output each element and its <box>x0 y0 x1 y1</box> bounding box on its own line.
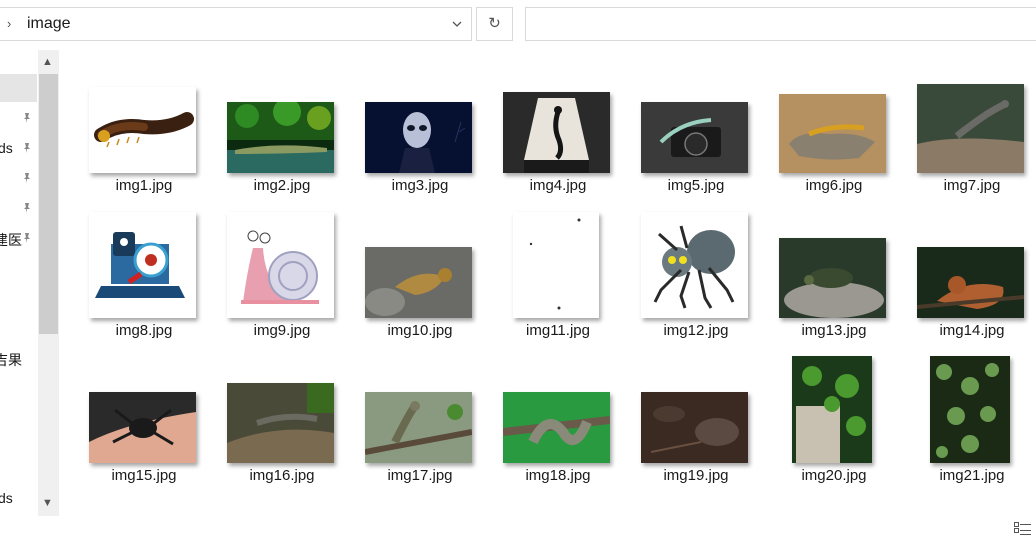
file-name[interactable]: img11.jpg <box>489 322 627 339</box>
file-name[interactable]: img20.jpg <box>765 467 903 484</box>
address-bar[interactable]: › image <box>0 7 472 41</box>
file-name[interactable]: img21.jpg <box>903 467 1036 484</box>
refresh-button[interactable]: ↻ <box>476 7 513 41</box>
iguana-image <box>365 247 472 318</box>
alien-image <box>365 102 472 173</box>
file-item[interactable]: img17.jpg <box>351 372 489 512</box>
camera-lizard-image <box>641 102 748 173</box>
file-name[interactable]: img8.jpg <box>75 322 213 339</box>
file-name[interactable]: img3.jpg <box>351 177 489 194</box>
scroll-up-icon[interactable]: ▲ <box>42 56 53 68</box>
scrollbar-thumb[interactable] <box>39 74 58 334</box>
iguana-branch-image <box>365 392 472 463</box>
file-item[interactable]: img11.jpg <box>489 212 627 367</box>
file-item[interactable]: img10.jpg <box>351 227 489 367</box>
file-name[interactable]: img1.jpg <box>75 177 213 194</box>
refresh-icon: ↻ <box>488 15 501 32</box>
file-name[interactable]: img9.jpg <box>213 322 351 339</box>
file-item[interactable]: img12.jpg <box>627 212 765 367</box>
lamp-lizard-image <box>503 92 610 173</box>
file-name[interactable]: img10.jpg <box>351 322 489 339</box>
file-item[interactable]: img15.jpg <box>75 372 213 512</box>
cartoon-spider-image <box>641 212 748 318</box>
file-item[interactable]: img5.jpg <box>627 82 765 222</box>
file-item[interactable]: img8.jpg <box>75 212 213 367</box>
file-item[interactable]: img14.jpg <box>903 227 1036 367</box>
laptop-security-image <box>89 212 196 318</box>
file-name[interactable]: img12.jpg <box>627 322 765 339</box>
nav-item-label[interactable]: 建医 <box>0 230 22 250</box>
millipede-image <box>89 87 196 173</box>
tarantula-image <box>89 392 196 463</box>
file-item[interactable]: img4.jpg <box>489 82 627 222</box>
file-name[interactable]: img6.jpg <box>765 177 903 194</box>
nav-item-label[interactable]: 吉果 <box>0 350 22 370</box>
snake-image <box>503 392 610 463</box>
file-item[interactable]: img19.jpg <box>627 372 765 512</box>
address-path[interactable]: image <box>27 15 71 33</box>
pin-icon <box>24 233 30 243</box>
file-name[interactable]: img2.jpg <box>213 177 351 194</box>
sparse-dots-image <box>513 212 599 318</box>
file-name[interactable]: img5.jpg <box>627 177 765 194</box>
nav-item-label[interactable]: ds <box>0 490 13 506</box>
pin-icon <box>24 143 30 153</box>
file-item[interactable]: img6.jpg <box>765 82 903 222</box>
scroll-down-icon[interactable]: ▼ <box>42 497 53 509</box>
file-name[interactable]: img14.jpg <box>903 322 1036 339</box>
cartoon-snail-image <box>227 212 334 318</box>
nav-scrollbar[interactable]: ▲ ▼ <box>38 50 59 516</box>
vine-leaves-image <box>930 356 1010 463</box>
file-name[interactable]: img16.jpg <box>213 467 351 484</box>
file-item[interactable]: img3.jpg <box>351 82 489 222</box>
pin-icon <box>24 113 30 123</box>
file-item[interactable]: img1.jpg <box>75 82 213 222</box>
lizard-on-rock-image <box>779 94 886 173</box>
nav-item-label[interactable]: ds <box>0 140 13 156</box>
lizard-image <box>917 84 1024 173</box>
file-name[interactable]: img17.jpg <box>351 467 489 484</box>
crocodile-image <box>227 102 334 173</box>
file-item[interactable]: img13.jpg <box>765 227 903 367</box>
breadcrumb-chevron-icon[interactable]: › <box>7 16 11 31</box>
file-item[interactable]: img9.jpg <box>213 212 351 367</box>
file-item[interactable]: img7.jpg <box>903 82 1036 222</box>
nav-item-selected[interactable] <box>0 74 37 102</box>
file-name[interactable]: img4.jpg <box>489 177 627 194</box>
file-name[interactable]: img13.jpg <box>765 322 903 339</box>
lizard-on-log-image <box>227 383 334 463</box>
rocks-image <box>641 392 748 463</box>
file-name[interactable]: img7.jpg <box>903 177 1036 194</box>
search-input[interactable] <box>525 7 1036 41</box>
file-item[interactable]: img18.jpg <box>489 372 627 512</box>
file-item[interactable]: img21.jpg <box>903 356 1036 512</box>
iguana-image <box>917 247 1024 318</box>
chevron-down-icon[interactable] <box>451 18 463 30</box>
file-name[interactable]: img15.jpg <box>75 467 213 484</box>
details-view-icon[interactable] <box>1014 522 1032 536</box>
file-item[interactable]: img2.jpg <box>213 82 351 222</box>
plant-stump-image <box>792 356 872 463</box>
file-name[interactable]: img18.jpg <box>489 467 627 484</box>
pin-icon <box>24 203 30 213</box>
file-item[interactable]: img16.jpg <box>213 372 351 512</box>
file-name[interactable]: img19.jpg <box>627 467 765 484</box>
pin-icon <box>24 173 30 183</box>
file-item[interactable]: img20.jpg <box>765 356 903 512</box>
turtle-image <box>779 238 886 318</box>
